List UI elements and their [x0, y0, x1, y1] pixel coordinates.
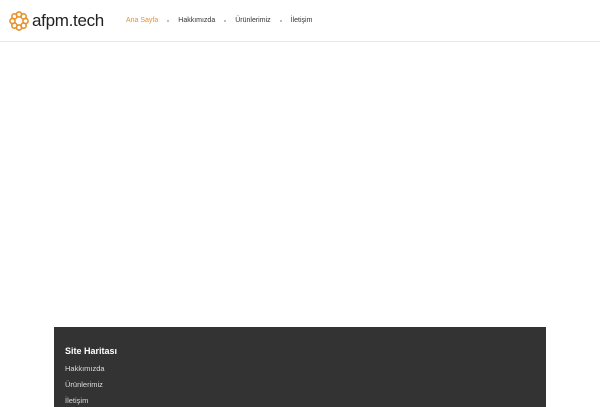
footer-link-about[interactable]: Hakkımızda — [65, 364, 105, 373]
nav-separator — [167, 19, 170, 22]
nav-contact[interactable]: İletişim — [291, 17, 313, 24]
nav-home[interactable]: Ana Sayfa — [126, 17, 158, 24]
flower-logo-icon — [9, 10, 29, 31]
sitemap-title: Site Haritası — [65, 346, 118, 356]
nav-separator — [279, 19, 282, 22]
nav-about[interactable]: Hakkımızda — [178, 17, 215, 24]
nav-separator — [224, 19, 227, 22]
footer-link-products[interactable]: Ürünlerimiz — [65, 380, 103, 389]
footer-sitemap: Site Haritası Hakkımızda Ürünlerimiz İle… — [54, 327, 546, 407]
nav-products[interactable]: Ürünlerimiz — [235, 17, 270, 24]
site-header: afpm.tech Ana Sayfa Hakkımızda Ürünlerim… — [0, 0, 600, 42]
main-nav: Ana Sayfa Hakkımızda Ürünlerimiz İletişi… — [126, 17, 312, 24]
footer-link-contact[interactable]: İletişim — [65, 396, 88, 405]
logo-text: afpm.tech — [32, 10, 104, 30]
logo[interactable]: afpm.tech — [9, 11, 104, 31]
